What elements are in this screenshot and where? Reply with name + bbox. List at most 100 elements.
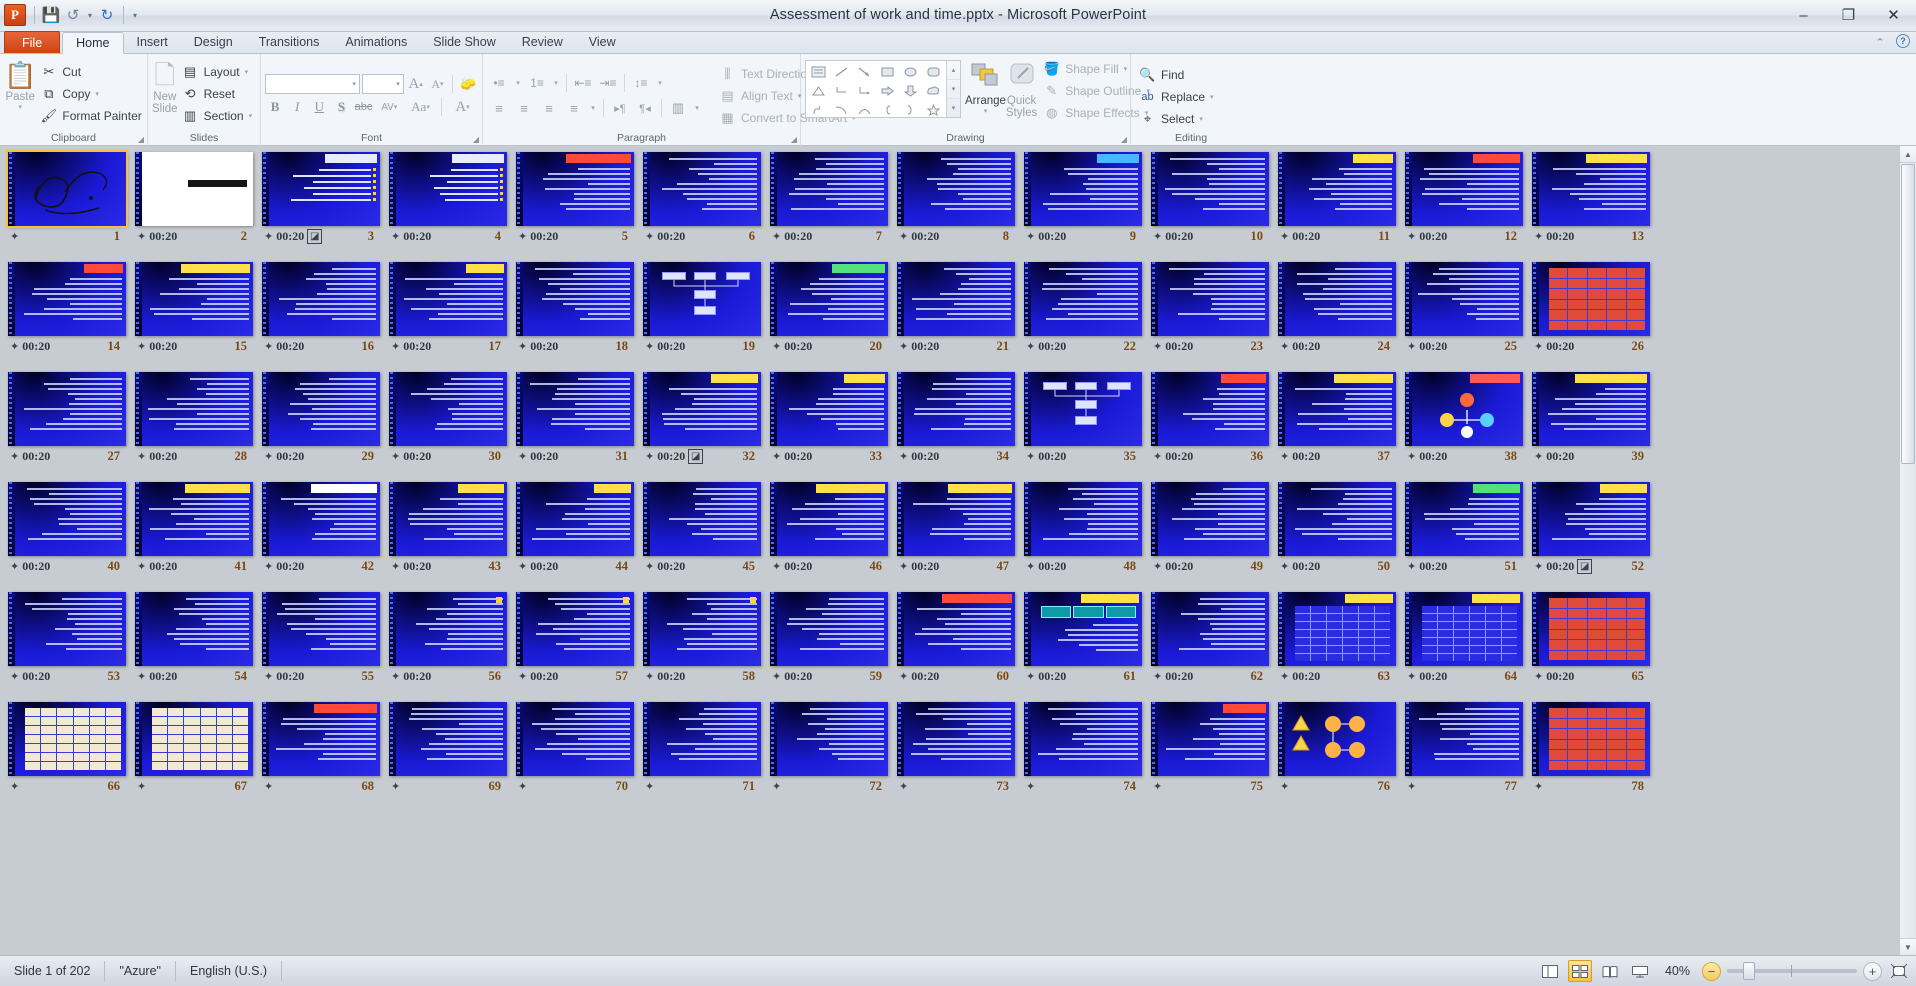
- bullets-caret[interactable]: ▾: [512, 73, 524, 94]
- font-size-box[interactable]: ▾: [361, 74, 404, 94]
- slide-thumbnail-cell[interactable]: ✦ 1: [6, 150, 128, 262]
- slide-thumbnail-49[interactable]: [1151, 482, 1269, 556]
- slide-thumbnail-cell[interactable]: ✦ 00:20 53: [8, 592, 126, 702]
- scroll-down-arrow[interactable]: ▼: [1900, 938, 1916, 955]
- slide-thumbnail-46[interactable]: [770, 482, 888, 556]
- minimize-button[interactable]: –: [1781, 0, 1826, 30]
- zoom-slider[interactable]: [1727, 962, 1857, 980]
- animation-star-icon[interactable]: ✦: [1534, 670, 1543, 683]
- section-caret[interactable]: ▾: [249, 112, 253, 120]
- slide-thumbnail-34[interactable]: [897, 372, 1015, 446]
- animation-star-icon[interactable]: ✦: [772, 780, 781, 793]
- slide-thumbnail-cell[interactable]: ✦ 00:20 25: [1405, 262, 1523, 372]
- slide-thumbnail-cell[interactable]: ✦ 00:20 41: [135, 482, 253, 592]
- slide-thumbnail-77[interactable]: [1405, 702, 1523, 776]
- slide-thumbnail-cell[interactable]: ✦ 00:20 60: [897, 592, 1015, 702]
- help-icon[interactable]: ?: [1896, 34, 1910, 48]
- shapes-gallery[interactable]: ▴ ▾ ▾: [805, 60, 961, 118]
- slide-thumbnail-26[interactable]: [1532, 262, 1650, 336]
- slide-sorter-view-button[interactable]: [1568, 960, 1592, 982]
- animation-star-icon[interactable]: ✦: [518, 230, 527, 243]
- slide-thumbnail-72[interactable]: [770, 702, 888, 776]
- paste-button[interactable]: 📋 Paste ▾: [4, 57, 36, 131]
- slide-thumbnail-76[interactable]: [1278, 702, 1396, 776]
- slide-indicator[interactable]: Slide 1 of 202: [0, 961, 106, 981]
- slide-thumbnail-15[interactable]: [135, 262, 253, 336]
- slide-thumbnail-cell[interactable]: ✦ 00:20 61: [1024, 592, 1142, 702]
- text-shadow-button[interactable]: S: [331, 97, 351, 118]
- animation-star-icon[interactable]: ✦: [137, 230, 146, 243]
- slide-thumbnail-cell[interactable]: ✦ 00:20 24: [1278, 262, 1396, 372]
- slide-thumbnail-66[interactable]: [8, 702, 126, 776]
- tabstrip-right-controls[interactable]: ⌃ ?: [1872, 34, 1910, 50]
- animation-star-icon[interactable]: ✦: [518, 670, 527, 683]
- animation-star-icon[interactable]: ✦: [1280, 340, 1289, 353]
- copy-button[interactable]: ⧉ Copy ▾: [36, 83, 145, 105]
- slide-thumbnail-30[interactable]: [389, 372, 507, 446]
- new-slide-button[interactable]: 🗋 New Slide: [152, 57, 178, 131]
- slide-thumbnail-cell[interactable]: ✦ 00:20 20: [770, 262, 888, 372]
- italic-button[interactable]: I: [287, 97, 307, 118]
- transition-icon[interactable]: ◪: [307, 228, 323, 244]
- slide-thumbnail-11[interactable]: [1278, 152, 1396, 226]
- right-brace-shape-icon[interactable]: [899, 100, 922, 119]
- animation-star-icon[interactable]: ✦: [518, 340, 527, 353]
- transition-icon[interactable]: ◪: [1577, 558, 1593, 574]
- replace-caret[interactable]: ▾: [1210, 93, 1214, 101]
- copy-caret[interactable]: ▾: [95, 90, 99, 98]
- slide-thumbnail-45[interactable]: [643, 482, 761, 556]
- slide-thumbnail-cell[interactable]: ✦ 00:20 65: [1532, 592, 1650, 702]
- slide-thumbnail-cell[interactable]: ✦ 00:20 37: [1278, 372, 1396, 482]
- slide-thumbnail-cell[interactable]: ✦ 00:20 57: [516, 592, 634, 702]
- reading-view-button[interactable]: [1598, 960, 1622, 982]
- slide-thumbnail-cell[interactable]: ✦ 00:20 ◪ 52: [1532, 482, 1650, 592]
- clipboard-dialog-launcher[interactable]: ◢: [138, 132, 144, 147]
- slide-thumbnail-cell[interactable]: ✦ 00:20 47: [897, 482, 1015, 592]
- normal-view-button[interactable]: [1538, 960, 1562, 982]
- increase-indent-button[interactable]: ⇥≡: [596, 73, 620, 94]
- slide-thumbnail-78[interactable]: [1532, 702, 1650, 776]
- animation-star-icon[interactable]: ✦: [518, 780, 527, 793]
- slide-thumbnail-69[interactable]: [389, 702, 507, 776]
- animation-star-icon[interactable]: ✦: [264, 230, 273, 243]
- slide-thumbnail-39[interactable]: [1532, 372, 1650, 446]
- font-size-caret[interactable]: ▾: [396, 80, 400, 88]
- slide-thumbnail-cell[interactable]: ✦ 00:20 51: [1405, 482, 1523, 592]
- animation-star-icon[interactable]: ✦: [1407, 230, 1416, 243]
- animation-star-icon[interactable]: ✦: [1534, 450, 1543, 463]
- tab-review[interactable]: Review: [509, 31, 576, 53]
- animation-star-icon[interactable]: ✦: [391, 340, 400, 353]
- decrease-indent-button[interactable]: ⇤≡: [571, 73, 595, 94]
- justify-caret[interactable]: ▾: [587, 98, 599, 119]
- animation-star-icon[interactable]: ✦: [1280, 450, 1289, 463]
- animation-star-icon[interactable]: ✦: [137, 670, 146, 683]
- animation-star-icon[interactable]: ✦: [391, 560, 400, 573]
- slide-thumbnail-cell[interactable]: ✦ 77: [1405, 702, 1523, 812]
- ltr-direction-button[interactable]: ▸¶: [608, 98, 632, 119]
- numbering-button[interactable]: 1≡: [525, 73, 549, 94]
- select-button[interactable]: ⌖ Select ▾: [1135, 108, 1218, 130]
- format-painter-button[interactable]: 🖌 Format Painter: [36, 105, 145, 127]
- oval-shape-icon[interactable]: [899, 62, 922, 81]
- change-case-button[interactable]: Aa ▾: [405, 97, 436, 118]
- triangle-shape-icon[interactable]: [807, 81, 830, 100]
- ribbon-tab-strip[interactable]: File Home Insert Design Transitions Anim…: [0, 31, 1916, 54]
- slide-thumbnail-20[interactable]: [770, 262, 888, 336]
- zoom-out-button[interactable]: −: [1702, 961, 1721, 981]
- slide-show-view-button[interactable]: [1628, 960, 1652, 982]
- animation-star-icon[interactable]: ✦: [10, 670, 19, 683]
- align-center-button[interactable]: ≡: [512, 98, 536, 119]
- slide-thumbnail-18[interactable]: [516, 262, 634, 336]
- slide-thumbnail-43[interactable]: [389, 482, 507, 556]
- animation-star-icon[interactable]: ✦: [264, 780, 273, 793]
- justify-button[interactable]: ≡: [562, 98, 586, 119]
- slide-thumbnail-68[interactable]: [262, 702, 380, 776]
- replace-button[interactable]: ab Replace ▾: [1135, 86, 1218, 108]
- section-button[interactable]: ▥ Section ▾: [178, 105, 257, 127]
- restore-button[interactable]: ❐: [1826, 0, 1871, 30]
- animation-star-icon[interactable]: ✦: [137, 560, 146, 573]
- animation-star-icon[interactable]: ✦: [137, 450, 146, 463]
- slide-thumbnail-cell[interactable]: ✦ 00:20 13: [1532, 152, 1650, 262]
- slide-thumbnail-cell[interactable]: ✦ 00:20 17: [389, 262, 507, 372]
- slide-thumbnail-14[interactable]: [8, 262, 126, 336]
